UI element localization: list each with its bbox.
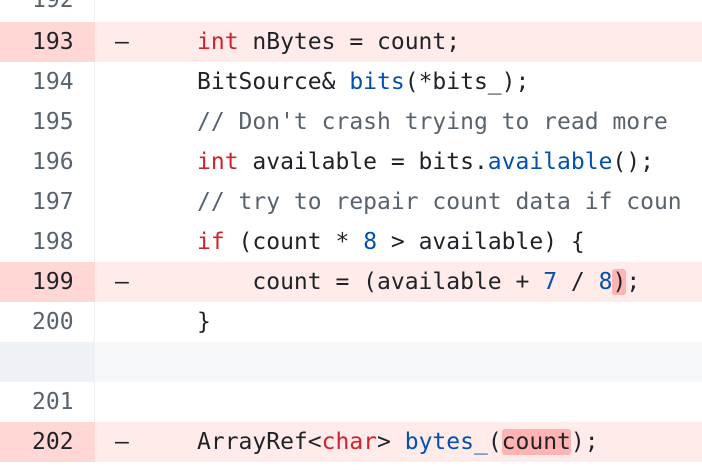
code-line: } <box>197 309 211 335</box>
keyword-token: int <box>197 149 239 175</box>
code-token: BitSource& <box>197 69 350 95</box>
function-token: bits <box>349 69 405 95</box>
code-token: ArrayRef< <box>197 429 322 455</box>
code-token: > <box>377 429 405 455</box>
line-number[interactable]: 192 <box>0 0 95 20</box>
code-token: ); <box>570 429 599 455</box>
code-line: ArrayRef<char> bytes_(count); <box>197 429 599 455</box>
changed-highlight: count <box>501 429 571 455</box>
comment-line: // Don't crash trying to read more <box>197 109 668 135</box>
line-number[interactable]: 202 <box>0 422 95 462</box>
code-token: ; <box>626 269 641 295</box>
diff-row-deleted: 202 – ArrayRef<char> bytes_(count); <box>0 422 702 462</box>
hunk-separator[interactable] <box>0 342 702 382</box>
gap-gutter <box>0 342 95 382</box>
code-token: > available) { <box>377 229 585 255</box>
diff-row-deleted: 199 – count = (available + 7 / 8); <box>0 262 702 302</box>
number-token: 8 <box>363 229 378 255</box>
line-number[interactable]: 193 <box>0 22 95 62</box>
function-token: available <box>487 149 613 175</box>
code-token: nBytes = count; <box>238 29 461 55</box>
code-token: (*bits_); <box>404 69 530 95</box>
code-token: ( <box>487 429 502 455</box>
diff-row: 194 BitSource& bits(*bits_); <box>0 62 702 102</box>
changed-highlight: ) <box>612 269 627 295</box>
deletion-marker: – <box>115 29 129 55</box>
diff-row: 198 if (count * 8 > available) { <box>0 222 702 262</box>
line-number[interactable]: 201 <box>0 382 95 422</box>
code-line: if (count * 8 > available) { <box>197 229 585 255</box>
diff-row: 201 <box>0 382 702 422</box>
diff-row: 197 // try to repair count data if coun <box>0 182 702 222</box>
diff-row-deleted: 193 – int nBytes = count; <box>0 22 702 62</box>
keyword-token: if <box>197 229 225 255</box>
diff-row: 195 // Don't crash trying to read more <box>0 102 702 142</box>
line-number[interactable]: 200 <box>0 302 95 342</box>
number-token: 7 <box>543 269 558 295</box>
diff-row: 192 <box>0 0 702 20</box>
code-token: count = (available + <box>252 269 544 295</box>
diff-view: 192 193 – int nBytes = count; 194 BitSou… <box>0 0 702 470</box>
code-line: count = (available + 7 / 8); <box>197 269 640 295</box>
code-token: / <box>557 269 599 295</box>
function-token: bytes_ <box>404 429 488 455</box>
diff-row: 200 } <box>0 302 702 342</box>
code-line: BitSource& bits(*bits_); <box>197 69 529 95</box>
keyword-token: int <box>197 29 239 55</box>
line-number[interactable]: 199 <box>0 262 95 302</box>
line-number[interactable]: 195 <box>0 102 95 142</box>
line-number[interactable]: 194 <box>0 62 95 102</box>
code-token: available = bits. <box>238 149 488 175</box>
number-token: 8 <box>598 269 613 295</box>
deletion-marker: – <box>115 429 129 455</box>
line-number[interactable]: 197 <box>0 182 95 222</box>
line-number[interactable]: 198 <box>0 222 95 262</box>
code-line: int available = bits.available(); <box>197 149 654 175</box>
code-token: (); <box>612 149 654 175</box>
deletion-marker: – <box>115 269 129 295</box>
line-number[interactable]: 196 <box>0 142 95 182</box>
code-line: int nBytes = count; <box>197 29 460 55</box>
diff-row: 196 int available = bits.available(); <box>0 142 702 182</box>
keyword-token: char <box>321 429 378 455</box>
comment-line: // try to repair count data if coun <box>197 189 682 215</box>
code-token: (count * <box>224 229 364 255</box>
